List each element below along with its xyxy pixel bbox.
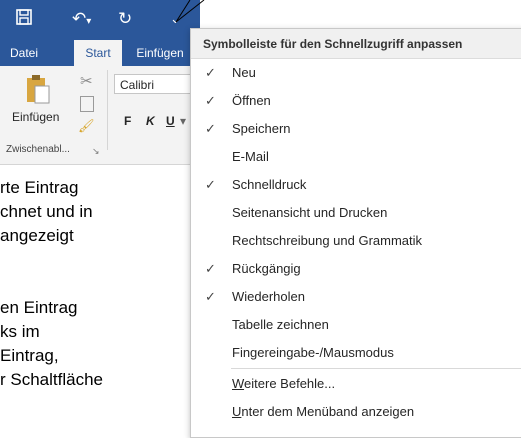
menu-item-fingereingabe[interactable]: Fingereingabe-/Mausmodus: [191, 339, 521, 367]
checkmark-icon: ✓: [205, 121, 216, 136]
menu-item-label: Rechtschreibung und Grammatik: [232, 233, 423, 248]
menu-item-email[interactable]: E-Mail: [191, 143, 521, 171]
document-text-line: chnet und in: [0, 202, 93, 221]
menu-item-label: Rückgängig: [232, 261, 301, 276]
menu-item-label: Neu: [232, 65, 256, 80]
menu-item-oeffnen[interactable]: ✓ Öffnen: [191, 87, 521, 115]
checkmark-icon: ✓: [205, 177, 216, 192]
checkmark-icon: ✓: [205, 289, 216, 304]
menu-item-label: Unter dem Menüband anzeigen: [232, 404, 415, 419]
dialog-launcher-icon[interactable]: ↘: [92, 146, 100, 157]
document-text-line: ks im: [0, 322, 40, 341]
redo-icon[interactable]: ↻: [118, 8, 132, 30]
italic-button[interactable]: K: [146, 114, 155, 128]
menu-item-label: Öffnen: [232, 93, 271, 108]
menu-item-label: Wiederholen: [232, 289, 305, 304]
tab-datei[interactable]: Datei: [0, 40, 48, 66]
scissors-icon[interactable]: ✂: [80, 72, 93, 90]
clipboard-paste-icon[interactable]: [26, 74, 50, 104]
paste-button-label[interactable]: Einfügen: [12, 110, 59, 124]
underline-dropdown-icon[interactable]: ▾: [180, 114, 186, 128]
ribbon-tabs: Datei Start Einfügen: [0, 40, 200, 66]
group-separator: [107, 70, 108, 150]
tab-einfuegen[interactable]: Einfügen: [130, 40, 190, 66]
checkmark-icon: ✓: [205, 65, 216, 80]
menu-item-tabelle-zeichnen[interactable]: Tabelle zeichnen: [191, 311, 521, 339]
menu-item-seitenansicht[interactable]: Seitenansicht und Drucken: [191, 199, 521, 227]
callout-pointer: [175, 0, 205, 23]
copy-icon[interactable]: [80, 96, 94, 112]
menu-item-label: Schnelldruck: [232, 177, 307, 192]
document-text-line: angezeigt: [0, 226, 74, 245]
menu-item-label: Weitere Befehle...: [232, 376, 336, 391]
menu-item-wiederholen[interactable]: ✓ Wiederholen: [191, 283, 521, 311]
menu-item-label: Speichern: [232, 121, 291, 136]
font-name-field[interactable]: Calibri: [114, 74, 200, 94]
document-text-line: en Eintrag: [0, 298, 78, 317]
menu-title: Symbolleiste für den Schnellzugriff anpa…: [191, 29, 521, 59]
customize-qat-menu: Symbolleiste für den Schnellzugriff anpa…: [190, 28, 521, 438]
underline-button[interactable]: U: [166, 114, 175, 128]
document-text-line: r Schaltfläche: [0, 370, 103, 389]
tab-start[interactable]: Start: [74, 40, 122, 66]
menu-item-speichern[interactable]: ✓ Speichern: [191, 115, 521, 143]
undo-icon[interactable]: ↶▾: [72, 8, 91, 33]
menu-item-weitere-befehle[interactable]: Weitere Befehle...: [191, 370, 521, 398]
format-painter-icon[interactable]: 🖌: [78, 118, 95, 134]
document-text-line: Eintrag,: [0, 346, 59, 365]
checkmark-icon: ✓: [205, 93, 216, 108]
menu-item-label: Tabelle zeichnen: [232, 317, 329, 332]
menu-item-rueckgaengig[interactable]: ✓ Rückgängig: [191, 255, 521, 283]
menu-item-neu[interactable]: ✓ Neu: [191, 59, 521, 87]
menu-item-label: Fingereingabe-/Mausmodus: [232, 345, 394, 360]
menu-item-rechtschreibung[interactable]: Rechtschreibung und Grammatik: [191, 227, 521, 255]
bold-button[interactable]: F: [124, 114, 131, 128]
menu-item-schnelldruck[interactable]: ✓ Schnelldruck: [191, 171, 521, 199]
menu-item-unter-menueband[interactable]: Unter dem Menüband anzeigen: [191, 398, 521, 426]
save-icon[interactable]: [15, 8, 33, 32]
menu-separator: [231, 368, 521, 369]
undo-dropdown-icon[interactable]: ▾: [86, 16, 91, 27]
menu-item-label: Seitenansicht und Drucken: [232, 205, 388, 220]
clipboard-group-label: Zwischenabl...: [6, 144, 70, 155]
menu-item-label: E-Mail: [232, 149, 269, 164]
document-text-line: rte Eintrag: [0, 178, 79, 197]
checkmark-icon: ✓: [205, 261, 216, 276]
ribbon: Einfügen ✂ 🖌 Calibri F K U ▾ Zwischenabl…: [0, 66, 200, 165]
